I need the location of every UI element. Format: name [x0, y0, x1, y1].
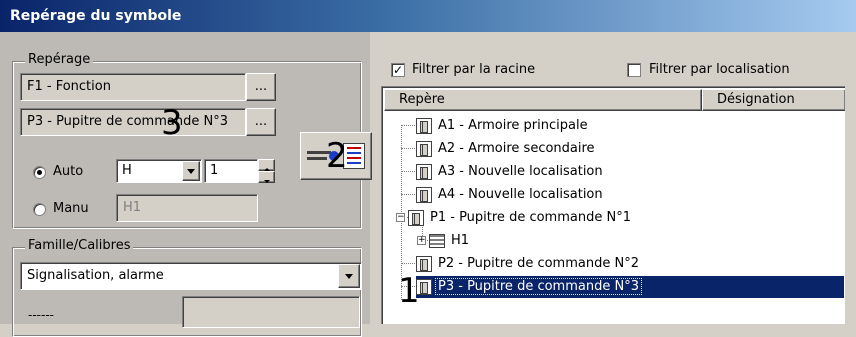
tree-row[interactable]: A4 - Nouvelle localisation — [416, 183, 605, 206]
tree-connector — [401, 263, 415, 264]
manu-radio[interactable] — [33, 203, 46, 216]
number-spin-down[interactable] — [258, 171, 275, 183]
annotation-marker-2: 2 — [326, 136, 348, 176]
manual-reference-field[interactable]: H1 — [116, 194, 258, 222]
calibre-field[interactable] — [182, 296, 360, 328]
tree-row-label: P2 - Pupitre de commande N°2 — [438, 256, 639, 271]
tree-row-label: P1 - Pupitre de commande N°1 — [430, 210, 631, 225]
filter-racine-label[interactable]: Filtrer par la racine — [412, 61, 535, 79]
auto-radio[interactable] — [33, 166, 46, 179]
tree-row[interactable]: A3 - Nouvelle localisation — [416, 160, 605, 183]
tree-row[interactable]: A1 - Armoire principale — [416, 114, 590, 137]
famille-legend: Famille/Calibres — [25, 238, 134, 254]
tree-row-label: A2 - Armoire secondaire — [438, 141, 595, 156]
tree-row-label: P3 - Pupitre de commande N°3 — [435, 278, 642, 295]
column-header-repere-label: Repère — [399, 92, 445, 107]
filter-localisation-label[interactable]: Filtrer par localisation — [649, 61, 790, 79]
tree-row-label: A4 - Nouvelle localisation — [438, 187, 603, 202]
calibre-value: ------ — [28, 308, 54, 322]
spin-down-icon — [263, 180, 270, 183]
prefix-dropdown-button[interactable] — [182, 161, 200, 181]
reference-tree[interactable]: Repère Désignation A1 - Armoire principa… — [381, 86, 845, 324]
reperage-legend: Repérage — [25, 52, 94, 68]
location-node-icon — [416, 117, 432, 134]
tree-row-label: H1 — [451, 233, 470, 248]
prefix-value: H — [122, 163, 132, 178]
famille-dropdown-button[interactable] — [338, 264, 360, 288]
tree-row[interactable]: A2 - Armoire secondaire — [416, 137, 597, 160]
chevron-down-icon — [345, 274, 353, 279]
collapse-icon[interactable]: − — [396, 213, 405, 222]
tree-connector — [401, 171, 415, 172]
annotation-marker-3: 3 — [161, 103, 183, 143]
localisation-field[interactable]: P3 - Pupitre de commande N°3 — [20, 108, 246, 136]
famille-value: Signalisation, alarme — [27, 268, 164, 283]
location-node-icon — [408, 209, 424, 226]
filter-localisation-checkbox[interactable] — [627, 63, 641, 77]
famille-combobox[interactable]: Signalisation, alarme — [20, 262, 362, 290]
number-value: 1 — [210, 163, 219, 178]
device-icon — [429, 233, 445, 248]
tree-connector — [401, 194, 415, 195]
chevron-down-icon — [187, 169, 195, 174]
column-header-designation[interactable]: Désignation — [702, 89, 845, 111]
localisation-browse-button[interactable]: ... — [246, 108, 276, 136]
tree-row-selected[interactable]: P3 - Pupitre de commande N°3 — [416, 275, 642, 298]
fonction-field[interactable]: F1 - Fonction — [20, 73, 246, 101]
number-spin-up[interactable] — [258, 159, 275, 171]
column-header-repere[interactable]: Repère — [384, 89, 702, 111]
auto-label[interactable]: Auto — [53, 163, 83, 181]
tree-row-label: A1 - Armoire principale — [438, 118, 588, 133]
number-field[interactable]: 1 — [204, 159, 258, 183]
tree-row-label: A3 - Nouvelle localisation — [438, 164, 603, 179]
location-node-icon — [416, 255, 432, 272]
location-node-icon — [416, 186, 432, 203]
location-node-icon — [416, 140, 432, 157]
fonction-browse-button[interactable]: ... — [246, 73, 276, 101]
manu-label[interactable]: Manu — [53, 200, 89, 218]
tree-connector — [401, 148, 415, 149]
window-title-bar[interactable]: Repérage du symbole — [0, 0, 856, 32]
tree-row[interactable]: + H1 — [417, 229, 471, 252]
annotation-marker-1: 1 — [398, 271, 420, 311]
filter-racine-checkbox[interactable]: ✓ — [391, 63, 405, 77]
column-header-designation-label: Désignation — [717, 92, 795, 107]
location-node-icon — [416, 163, 432, 180]
tree-row[interactable]: P2 - Pupitre de commande N°2 — [416, 252, 641, 275]
expand-icon[interactable]: + — [417, 236, 426, 245]
window-title: Repérage du symbole — [10, 8, 182, 24]
tree-connector — [401, 125, 415, 126]
tree-row[interactable]: − P1 - Pupitre de commande N°1 — [396, 206, 633, 229]
